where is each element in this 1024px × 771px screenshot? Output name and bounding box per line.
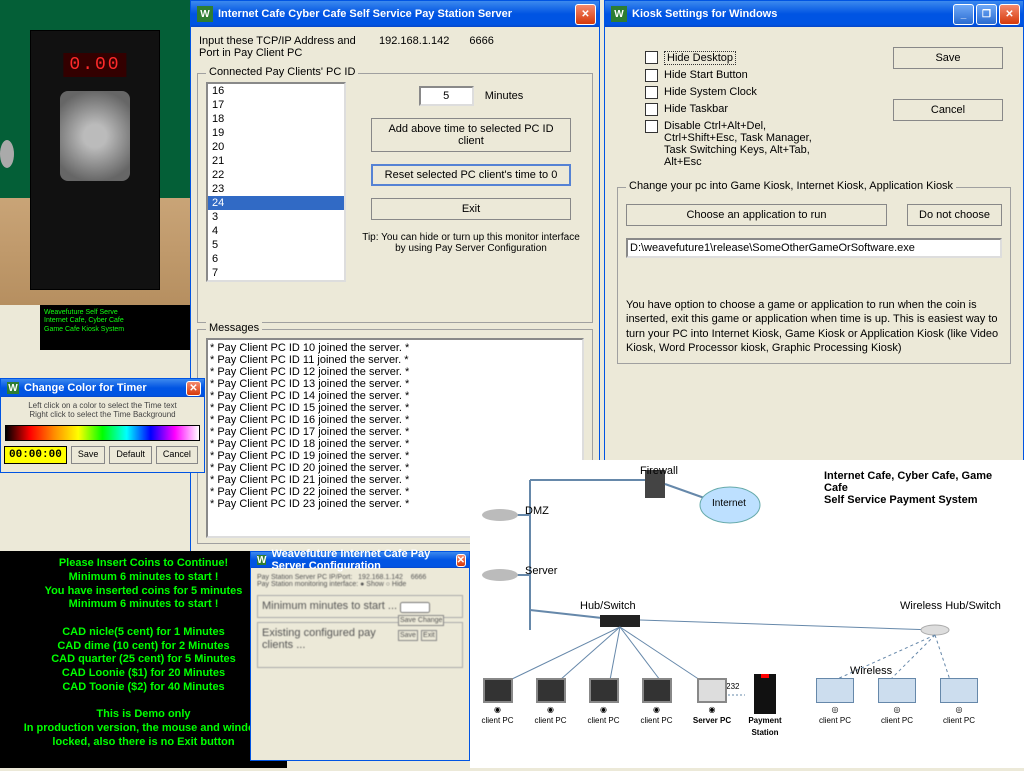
client-item[interactable]: 21 [208, 154, 344, 168]
coin-line: CAD nicle(5 cent) for 1 Minutes [2, 626, 285, 640]
app-icon: W [611, 6, 627, 22]
network-diagram: Internet Cafe, Cyber Cafe, Game CafeSelf… [470, 460, 1024, 768]
color-save-button[interactable]: Save [71, 446, 106, 464]
client-item[interactable]: 3 [208, 210, 344, 224]
message-item: * Pay Client PC ID 10 joined the server.… [210, 342, 580, 354]
client-item[interactable]: 19 [208, 126, 344, 140]
client-item[interactable]: 23 [208, 182, 344, 196]
client-item[interactable]: 7 [208, 266, 344, 280]
save-button[interactable]: Save [398, 630, 418, 641]
message-item: * Pay Client PC ID 15 joined the server.… [210, 402, 580, 414]
color-spectrum[interactable] [5, 425, 200, 441]
min-start-input[interactable] [400, 602, 430, 613]
message-item: * Pay Client PC ID 17 joined the server.… [210, 426, 580, 438]
config-titlebar[interactable]: W Weavefuture Internet Cafe Pay Server C… [251, 552, 469, 568]
timer-preview: 00:00:00 [4, 446, 67, 464]
coin-slot [60, 91, 130, 181]
coin-line: CAD quarter (25 cent) for 5 Minutes [2, 653, 285, 667]
coin-line: Minimum 6 minutes to start ! [2, 571, 285, 585]
maximize-icon[interactable]: ❐ [976, 4, 997, 25]
hide-desktop-checkbox[interactable]: Hide Desktop [645, 51, 893, 65]
client-item[interactable]: 5 [208, 238, 344, 252]
client-item[interactable]: 24 [208, 196, 344, 210]
coin-line: CAD Toonie ($2) for 40 Minutes [2, 681, 285, 695]
coin-overlay: Please Insert Coins to Continue!Minimum … [0, 551, 287, 768]
color-default-button[interactable]: Default [109, 446, 152, 464]
message-item: * Pay Client PC ID 12 joined the server.… [210, 366, 580, 378]
kiosk-title: Kiosk Settings for Windows [632, 8, 777, 20]
color-titlebar[interactable]: W Change Color for Timer ✕ [1, 379, 204, 397]
close-icon[interactable]: ✕ [186, 381, 201, 396]
minimize-icon[interactable]: _ [953, 4, 974, 25]
hide-clock-checkbox[interactable]: Hide System Clock [645, 86, 893, 99]
coin-line: locked, also there is no Exit button [2, 736, 285, 750]
cancel-button[interactable]: Cancel [893, 99, 1003, 121]
hide-taskbar-checkbox[interactable]: Hide Taskbar [645, 103, 893, 116]
app-icon: W [7, 382, 19, 394]
exit-button[interactable]: Exit [371, 198, 571, 220]
change-legend: Change your pc into Game Kiosk, Internet… [626, 180, 956, 192]
minutes-input[interactable] [419, 86, 474, 106]
client-item[interactable]: 18 [208, 112, 344, 126]
save-button[interactable]: Save [893, 47, 1003, 69]
hide-start-checkbox[interactable]: Hide Start Button [645, 69, 893, 82]
kiosk-photo: 0.00 [0, 0, 190, 305]
client-item[interactable]: 20 [208, 140, 344, 154]
message-item: * Pay Client PC ID 14 joined the server.… [210, 390, 580, 402]
color-title: Change Color for Timer [24, 382, 147, 394]
coin-line: You have inserted coins for 5 minutes [2, 585, 285, 599]
color-window: W Change Color for Timer ✕ Left click on… [0, 378, 205, 473]
coin-line: Please Insert Coins to Continue! [2, 557, 285, 571]
client-item[interactable]: 8 [208, 280, 344, 282]
client-item[interactable]: 17 [208, 98, 344, 112]
client-item[interactable]: 16 [208, 84, 344, 98]
reset-time-button[interactable]: Reset selected PC client's time to 0 [371, 164, 571, 186]
clients-legend: Connected Pay Clients' PC ID [206, 66, 358, 78]
config-window: W Weavefuture Internet Cafe Pay Server C… [250, 551, 470, 761]
message-item: * Pay Client PC ID 13 joined the server.… [210, 378, 580, 390]
message-item: * Pay Client PC ID 11 joined the server.… [210, 354, 580, 366]
ip-label: 192.168.1.142 [379, 35, 449, 59]
coin-line: CAD dime (10 cent) for 2 Minutes [2, 640, 285, 654]
message-item: * Pay Client PC ID 18 joined the server.… [210, 438, 580, 450]
port-label: 6666 [469, 35, 493, 59]
coin-line [2, 612, 285, 626]
coin-line: In production version, the mouse and win… [2, 722, 285, 736]
coin-line [2, 695, 285, 709]
kiosk-titlebar[interactable]: W Kiosk Settings for Windows _ ❐ ✕ [605, 1, 1023, 27]
choose-app-button[interactable]: Choose an application to run [626, 204, 887, 226]
server-titlebar[interactable]: W Internet Cafe Cyber Cafe Self Service … [191, 1, 599, 27]
client-item[interactable]: 6 [208, 252, 344, 266]
dont-choose-button[interactable]: Do not choose [907, 204, 1002, 226]
app-path-input[interactable] [626, 238, 1002, 258]
coin-line: CAD Loonie ($1) for 20 Minutes [2, 667, 285, 681]
client-item[interactable]: 4 [208, 224, 344, 238]
disable-keys-checkbox[interactable]: Disable Ctrl+Alt+Del, Ctrl+Shift+Esc, Ta… [645, 120, 893, 168]
coin-line: This is Demo only [2, 708, 285, 722]
add-time-button[interactable]: Add above time to selected PC ID client [371, 118, 571, 152]
message-item: * Pay Client PC ID 16 joined the server.… [210, 414, 580, 426]
led-display: 0.00 [63, 53, 126, 77]
close-icon[interactable]: ✕ [456, 554, 466, 567]
save-change-button[interactable]: Save Change [398, 615, 444, 626]
close-icon[interactable]: ✕ [999, 4, 1020, 25]
help-text: You have option to choose a game or appl… [626, 298, 1002, 355]
close-icon[interactable]: ✕ [575, 4, 596, 25]
coin-line: Minimum 6 minutes to start ! [2, 598, 285, 612]
messages-legend: Messages [206, 322, 262, 334]
client-item[interactable]: 22 [208, 168, 344, 182]
instr-label: Input these TCP/IP Address and Port in P… [199, 35, 359, 59]
exit-button[interactable]: Exit [421, 630, 437, 641]
clients-listbox[interactable]: 161718192021222324345678 [206, 82, 346, 282]
server-title: Internet Cafe Cyber Cafe Self Service Pa… [218, 8, 512, 20]
minutes-label: Minutes [485, 90, 524, 102]
tip-label: Tip: You can hide or turn up this monito… [362, 232, 580, 254]
app-icon: W [197, 6, 213, 22]
color-cancel-button[interactable]: Cancel [156, 446, 198, 464]
app-icon: W [257, 555, 266, 565]
